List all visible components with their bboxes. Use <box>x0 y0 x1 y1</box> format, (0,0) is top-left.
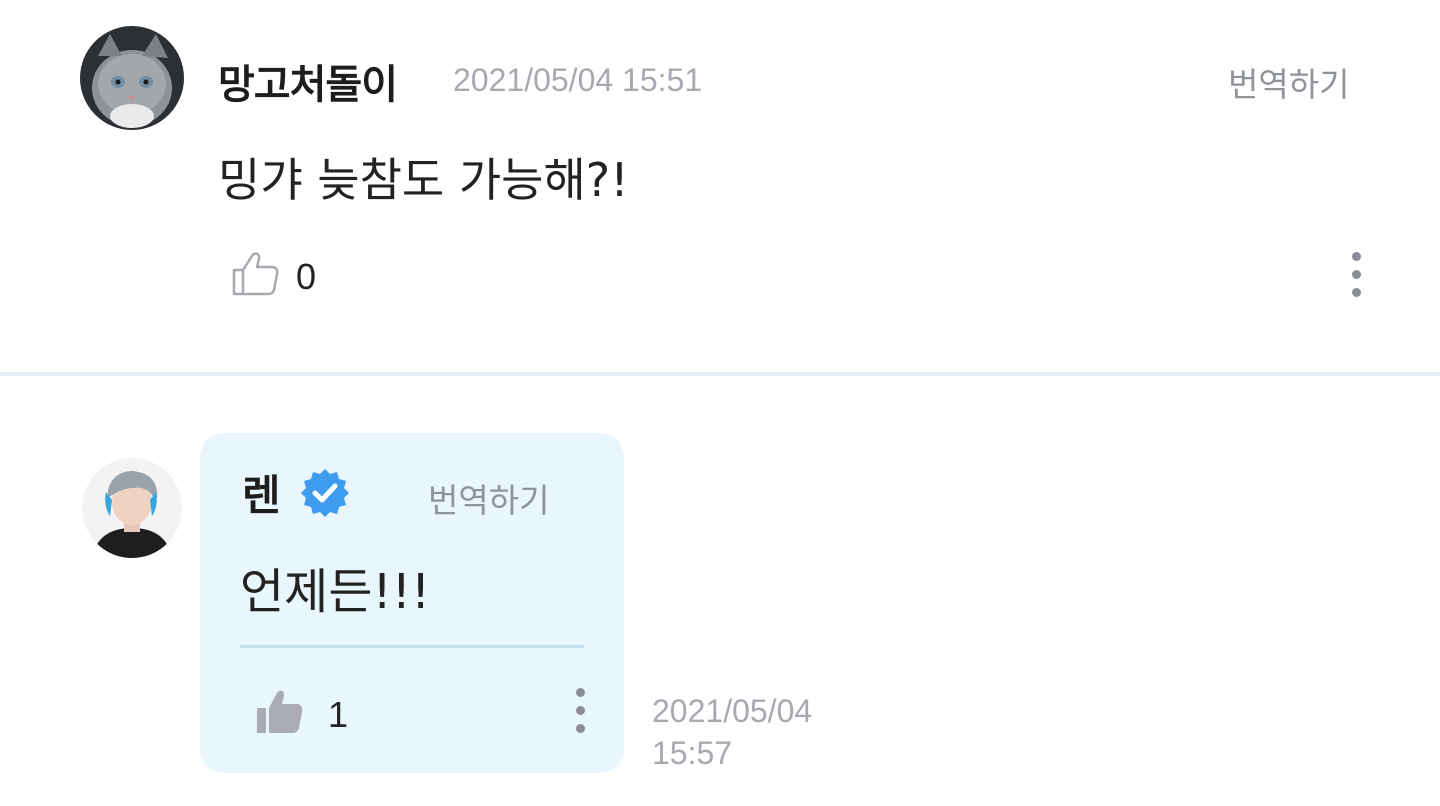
more-dot-icon <box>575 688 585 697</box>
cat-avatar-image <box>80 26 184 130</box>
divider <box>0 372 1440 376</box>
reply-divider <box>240 645 584 648</box>
more-dot-icon <box>1351 270 1361 279</box>
comment-thread: 망고처돌이 2021/05/04 15:51 번역하기 밍갸 늦참도 가능해?!… <box>0 0 1440 806</box>
more-options-button[interactable] <box>574 688 586 742</box>
comment-author[interactable]: 망고처돌이 <box>218 52 398 110</box>
more-dot-icon <box>575 706 585 715</box>
artist-avatar-image <box>82 458 182 558</box>
reply-author[interactable]: 렌 <box>242 462 281 523</box>
more-dot-icon <box>575 724 585 733</box>
reply-text: 언제든!!! <box>240 564 431 620</box>
like-count: 1 <box>328 694 349 735</box>
like-count: 0 <box>296 256 317 297</box>
comment-timestamp: 2021/05/04 15:51 <box>453 62 703 98</box>
comment-text: 밍갸 늦참도 가능해?! <box>218 153 629 207</box>
artist-avatar[interactable] <box>82 458 182 558</box>
verified-badge-icon <box>300 468 350 518</box>
user-avatar[interactable] <box>80 26 184 130</box>
thumbs-up-filled-icon <box>257 690 303 733</box>
thumbs-up-outline-icon <box>232 252 279 296</box>
reply-timestamp: 2021/05/04 15:57 <box>652 690 812 774</box>
translate-button[interactable]: 번역하기 <box>1228 58 1349 106</box>
more-dot-icon <box>1351 252 1361 261</box>
translate-button[interactable]: 번역하기 <box>428 474 549 522</box>
like-button[interactable] <box>230 248 282 300</box>
more-dot-icon <box>1351 288 1361 297</box>
reply-time: 15:57 <box>652 735 733 771</box>
reply-date: 2021/05/04 <box>652 693 813 729</box>
like-button[interactable] <box>254 686 306 738</box>
more-options-button[interactable] <box>1350 252 1362 306</box>
